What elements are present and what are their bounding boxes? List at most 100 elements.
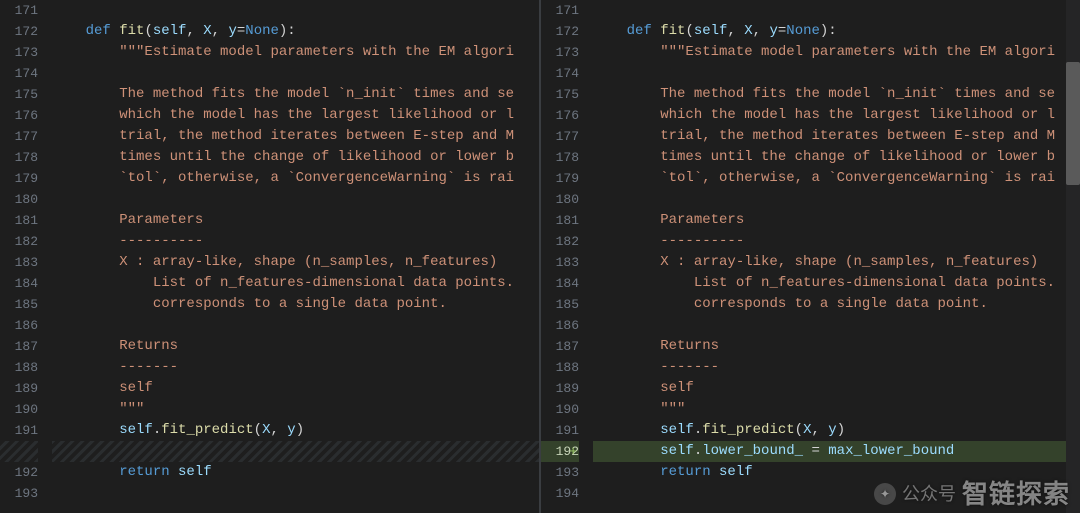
line-number[interactable]: 184 <box>0 273 38 294</box>
code-line[interactable]: """Estimate model parameters with the EM… <box>52 42 539 63</box>
line-number[interactable]: 176 <box>0 105 38 126</box>
line-number[interactable]: 173 <box>541 42 579 63</box>
line-number[interactable]: 174 <box>0 63 38 84</box>
code-line[interactable]: trial, the method iterates between E-ste… <box>52 126 539 147</box>
line-number[interactable]: 182 <box>541 231 579 252</box>
line-number[interactable] <box>0 441 38 462</box>
diff-editor[interactable]: 1711721731741751761771781791801811821831… <box>0 0 1080 513</box>
line-number[interactable]: 177 <box>0 126 38 147</box>
code-line[interactable]: ---------- <box>52 231 539 252</box>
code-line[interactable]: Parameters <box>593 210 1080 231</box>
code-line[interactable]: ---------- <box>593 231 1080 252</box>
line-number[interactable]: 191 <box>0 420 38 441</box>
code-line[interactable]: times until the change of likelihood or … <box>52 147 539 168</box>
code-line[interactable]: X : array-like, shape (n_samples, n_feat… <box>593 252 1080 273</box>
line-gutter-right[interactable]: 1711721731741751761771781791801811821831… <box>541 0 593 513</box>
line-number[interactable]: 180 <box>0 189 38 210</box>
line-number[interactable]: 193 <box>0 483 38 504</box>
line-number[interactable]: 188 <box>0 357 38 378</box>
line-number[interactable]: 185 <box>541 294 579 315</box>
code-line[interactable]: Parameters <box>52 210 539 231</box>
line-number[interactable]: 172 <box>541 21 579 42</box>
code-line[interactable]: The method fits the model `n_init` times… <box>52 84 539 105</box>
code-line[interactable] <box>593 189 1080 210</box>
code-line[interactable]: self <box>52 378 539 399</box>
code-line[interactable] <box>52 483 539 504</box>
line-number[interactable]: 180 <box>541 189 579 210</box>
line-number[interactable]: 185 <box>0 294 38 315</box>
line-number[interactable]: 179 <box>0 168 38 189</box>
code-line[interactable]: which the model has the largest likeliho… <box>593 105 1080 126</box>
line-number[interactable]: 191 <box>541 420 579 441</box>
code-line[interactable]: `tol`, otherwise, a `ConvergenceWarning`… <box>593 168 1080 189</box>
code-line[interactable]: def fit(self, X, y=None): <box>52 21 539 42</box>
code-line[interactable]: self <box>593 378 1080 399</box>
line-number[interactable]: 187 <box>541 336 579 357</box>
line-number[interactable]: 179 <box>541 168 579 189</box>
code-line[interactable]: Returns <box>593 336 1080 357</box>
code-line[interactable] <box>593 0 1080 21</box>
line-number[interactable]: 174 <box>541 63 579 84</box>
diff-pane-left[interactable]: 1711721731741751761771781791801811821831… <box>0 0 539 513</box>
code-line[interactable]: corresponds to a single data point. <box>593 294 1080 315</box>
overview-ruler[interactable] <box>1066 0 1080 513</box>
line-number[interactable]: 178 <box>0 147 38 168</box>
line-number[interactable]: 183 <box>541 252 579 273</box>
line-number[interactable]: 193 <box>541 462 579 483</box>
line-number[interactable]: 175 <box>541 84 579 105</box>
line-number[interactable]: 192 <box>0 462 38 483</box>
code-line[interactable]: self.fit_predict(X, y) <box>52 420 539 441</box>
code-line[interactable] <box>593 315 1080 336</box>
line-number[interactable]: 189 <box>541 378 579 399</box>
line-number[interactable]: 194 <box>541 483 579 504</box>
code-line[interactable]: return self <box>593 462 1080 483</box>
line-number[interactable]: 171 <box>0 0 38 21</box>
code-line[interactable]: List of n_features-dimensional data poin… <box>593 273 1080 294</box>
code-line[interactable] <box>52 63 539 84</box>
code-line[interactable] <box>52 315 539 336</box>
line-number[interactable]: 172 <box>0 21 38 42</box>
code-line[interactable]: """ <box>52 399 539 420</box>
line-number[interactable]: 176 <box>541 105 579 126</box>
code-line[interactable] <box>593 63 1080 84</box>
code-line[interactable]: `tol`, otherwise, a `ConvergenceWarning`… <box>52 168 539 189</box>
line-number[interactable]: 181 <box>0 210 38 231</box>
line-number[interactable]: 190 <box>0 399 38 420</box>
line-number[interactable]: 188 <box>541 357 579 378</box>
code-line[interactable]: The method fits the model `n_init` times… <box>593 84 1080 105</box>
code-line[interactable]: X : array-like, shape (n_samples, n_feat… <box>52 252 539 273</box>
line-number[interactable]: 186 <box>541 315 579 336</box>
diff-pane-right[interactable]: 1711721731741751761771781791801811821831… <box>541 0 1080 513</box>
overview-scroll-thumb[interactable] <box>1066 62 1080 185</box>
line-number[interactable]: 189 <box>0 378 38 399</box>
code-line[interactable]: List of n_features-dimensional data poin… <box>52 273 539 294</box>
line-gutter-left[interactable]: 1711721731741751761771781791801811821831… <box>0 0 52 513</box>
code-line[interactable]: times until the change of likelihood or … <box>593 147 1080 168</box>
line-number[interactable]: 177 <box>541 126 579 147</box>
line-number[interactable]: 175 <box>0 84 38 105</box>
code-line[interactable]: Returns <box>52 336 539 357</box>
code-line[interactable]: trial, the method iterates between E-ste… <box>593 126 1080 147</box>
code-line[interactable]: which the model has the largest likeliho… <box>52 105 539 126</box>
line-number[interactable]: 184 <box>541 273 579 294</box>
code-line[interactable] <box>52 189 539 210</box>
code-line[interactable]: self.fit_predict(X, y) <box>593 420 1080 441</box>
line-number[interactable]: 171 <box>541 0 579 21</box>
code-line[interactable]: ------- <box>52 357 539 378</box>
code-line[interactable]: corresponds to a single data point. <box>52 294 539 315</box>
line-number[interactable]: 178 <box>541 147 579 168</box>
line-number[interactable]: 183 <box>0 252 38 273</box>
line-number[interactable]: 190 <box>541 399 579 420</box>
code-line[interactable] <box>593 483 1080 504</box>
line-number[interactable]: 173 <box>0 42 38 63</box>
line-number[interactable]: 181 <box>541 210 579 231</box>
code-line[interactable]: self.lower_bound_ = max_lower_bound <box>593 441 1080 462</box>
code-line[interactable] <box>52 0 539 21</box>
line-number[interactable]: 186 <box>0 315 38 336</box>
code-area-right[interactable]: def fit(self, X, y=None): """Estimate mo… <box>593 0 1080 513</box>
code-line[interactable] <box>52 441 539 462</box>
line-number[interactable]: 192 <box>541 441 579 462</box>
code-line[interactable]: ------- <box>593 357 1080 378</box>
code-area-left[interactable]: def fit(self, X, y=None): """Estimate mo… <box>52 0 539 513</box>
code-line[interactable]: return self <box>52 462 539 483</box>
